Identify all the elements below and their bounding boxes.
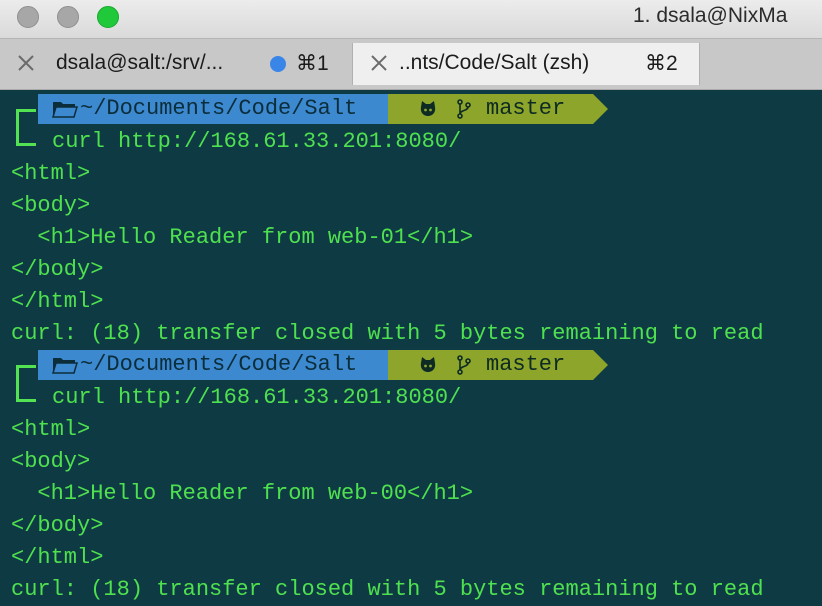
folder-icon	[52, 102, 78, 118]
prompt-path: ~/Documents/Code/Salt	[80, 96, 358, 121]
prompt-git-segment: master	[388, 94, 593, 124]
prompt-branch: master	[486, 352, 566, 377]
tab-2-label: ..nts/Code/Salt (zsh)	[399, 51, 590, 74]
git-branch-icon	[457, 355, 471, 375]
tab-1-label: dsala@salt:/srv/...	[56, 51, 224, 74]
output-line: <html>	[11, 417, 91, 442]
minimize-window-button[interactable]	[57, 6, 79, 28]
shell-prompt: ~/Documents/Code/Salt master	[0, 350, 610, 380]
github-icon	[420, 357, 436, 372]
output-line: <h1>Hello Reader from web-00</h1>	[11, 481, 474, 506]
shell-prompt: ~/Documents/Code/Salt master	[0, 94, 610, 124]
command-line: curl http://168.61.33.201:8080/	[52, 129, 462, 154]
output-line: </body>	[11, 513, 104, 538]
output-line: </html>	[11, 545, 104, 570]
tab-bar: dsala@salt:/srv/... ⌘1 ..nts/Code/Salt (…	[0, 38, 822, 90]
prompt-separator	[593, 350, 608, 380]
git-branch-icon	[457, 99, 471, 119]
output-line: </html>	[11, 289, 104, 314]
command-line: curl http://168.61.33.201:8080/	[52, 385, 462, 410]
prompt-bracket	[16, 388, 36, 402]
prompt-bracket	[16, 132, 36, 146]
prompt-separator	[593, 94, 608, 124]
output-line: <body>	[11, 193, 91, 218]
output-line: <html>	[11, 161, 91, 186]
output-line: <h1>Hello Reader from web-01</h1>	[11, 225, 474, 250]
folder-icon	[52, 358, 78, 374]
prompt-path-segment: ~/Documents/Code/Salt	[38, 350, 388, 380]
output-line: <body>	[11, 449, 91, 474]
prompt-branch: master	[486, 96, 566, 121]
prompt-path: ~/Documents/Code/Salt	[80, 352, 358, 377]
activity-indicator-icon	[270, 56, 286, 72]
prompt-git-segment: master	[388, 350, 593, 380]
close-tab-icon[interactable]	[14, 51, 38, 75]
tab-2-shortcut: ⌘2	[645, 52, 678, 75]
zoom-window-button[interactable]	[97, 6, 119, 28]
prompt-path-segment: ~/Documents/Code/Salt	[38, 94, 388, 124]
close-tab-icon[interactable]	[367, 51, 391, 75]
github-icon	[420, 101, 436, 116]
output-line: curl: (18) transfer closed with 5 bytes …	[11, 321, 764, 346]
tab-2[interactable]: ..nts/Code/Salt (zsh) ⌘2	[352, 43, 700, 85]
tab-1-shortcut: ⌘1	[296, 52, 329, 75]
tab-1[interactable]: dsala@salt:/srv/... ⌘1	[0, 43, 352, 85]
window-title: 1. dsala@NixMa	[633, 4, 788, 27]
window-titlebar: 1. dsala@NixMa	[0, 0, 822, 38]
terminal-output[interactable]: ~/Documents/Code/Salt master curl http:/…	[0, 92, 822, 603]
output-line: curl: (18) transfer closed with 5 bytes …	[11, 577, 764, 602]
close-window-button[interactable]	[17, 6, 39, 28]
output-line: </body>	[11, 257, 104, 282]
